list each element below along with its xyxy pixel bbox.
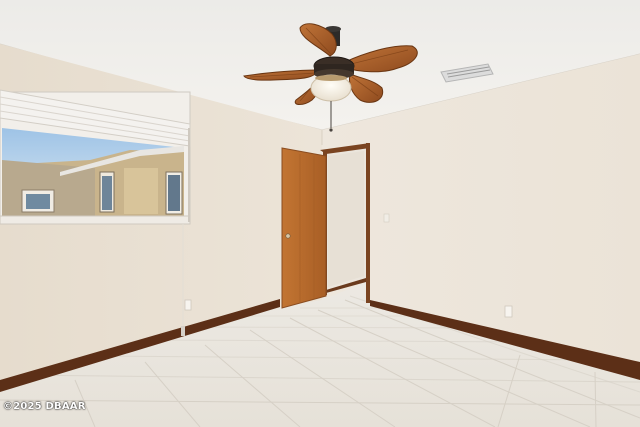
window	[0, 89, 191, 225]
light-switch	[383, 213, 390, 223]
door-knob	[285, 233, 291, 239]
doorway	[320, 143, 370, 303]
outlet-left	[184, 299, 192, 311]
room-scene	[0, 0, 640, 427]
room-photo: ©2025 DBAAR	[0, 0, 640, 427]
door	[281, 147, 327, 309]
outlet-right	[504, 305, 513, 318]
copyright-watermark: ©2025 DBAAR	[3, 401, 86, 412]
